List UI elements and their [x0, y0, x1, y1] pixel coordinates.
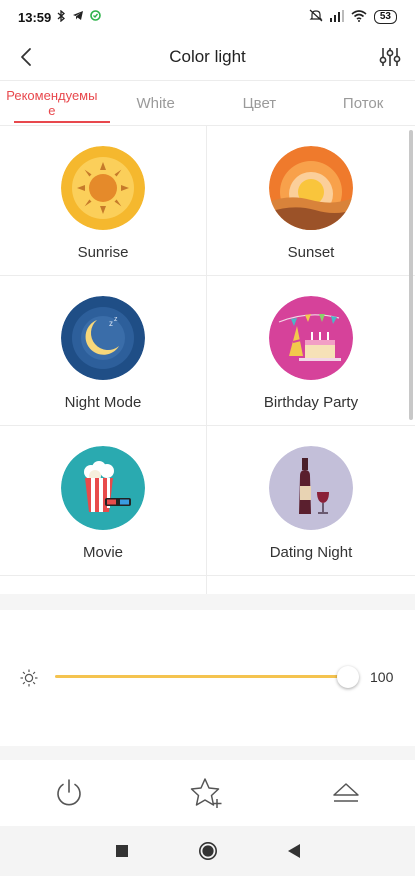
brightness-value: 100 — [370, 669, 394, 685]
mute-icon — [309, 9, 323, 25]
brightness-slider-thumb[interactable] — [337, 666, 359, 688]
tab-label: White — [136, 94, 175, 112]
page-title: Color light — [169, 47, 246, 66]
signal-icon — [329, 9, 344, 25]
scene-cell-empty — [0, 576, 207, 594]
nav-back-button[interactable] — [251, 826, 337, 876]
sunrise-icon — [61, 146, 145, 230]
svg-text:z: z — [109, 319, 113, 328]
scene-row: Movie Dating Night — [0, 426, 415, 576]
scene-cell-empty — [207, 576, 415, 594]
recents-icon — [115, 845, 128, 857]
cake-icon — [269, 296, 353, 380]
scene-row — [0, 576, 415, 594]
wifi-icon — [351, 9, 367, 25]
section-divider — [0, 746, 415, 760]
scene-sunset[interactable]: Sunset — [207, 126, 415, 275]
tab-label: Поток — [342, 94, 384, 112]
scene-label: Sunrise — [77, 244, 129, 261]
wine-icon — [269, 446, 353, 530]
scene-dating-night[interactable]: Dating Night — [207, 426, 415, 575]
system-nav-bar — [0, 826, 415, 876]
status-left: 13:59 — [18, 9, 102, 25]
home-button[interactable] — [165, 826, 251, 876]
tab-white[interactable]: White — [104, 81, 208, 125]
tab-recommended[interactable]: Рекомендуемые — [0, 81, 110, 125]
scrollbar[interactable] — [409, 130, 413, 420]
section-divider — [0, 594, 415, 610]
eject-button[interactable] — [277, 760, 415, 826]
status-time: 13:59 — [18, 9, 52, 25]
tab-label: Рекомендуемые — [6, 88, 98, 118]
scene-grid: Sunrise Sunset z z Night Mode Birthday P… — [0, 126, 415, 594]
home-icon — [198, 842, 217, 860]
power-icon — [57, 779, 81, 806]
brightness-icon — [20, 669, 38, 687]
brightness-slider-track[interactable] — [55, 675, 348, 678]
sliders-icon — [379, 48, 401, 66]
back-icon — [287, 844, 300, 858]
eject-icon — [333, 783, 359, 802]
sync-icon — [90, 10, 102, 24]
chevron-left-icon — [21, 48, 31, 66]
scene-row: Sunrise Sunset — [0, 126, 415, 276]
scene-movie[interactable]: Movie — [0, 426, 207, 575]
recents-button[interactable] — [79, 826, 165, 876]
app-header: Color light — [0, 34, 415, 80]
add-favorite-button[interactable] — [138, 760, 276, 826]
moon-icon: z z — [61, 296, 145, 380]
status-right: 53 — [309, 9, 397, 25]
scene-label: Sunset — [287, 244, 335, 261]
action-bar — [0, 760, 415, 826]
bluetooth-icon — [57, 9, 66, 25]
scene-label: Night Mode — [64, 394, 142, 411]
scene-label: Dating Night — [269, 544, 353, 561]
settings-button[interactable] — [375, 42, 405, 72]
tab-color[interactable]: Цвет — [208, 81, 312, 125]
svg-text:z: z — [114, 316, 118, 323]
active-tab-indicator — [14, 121, 110, 123]
back-button[interactable] — [12, 42, 40, 72]
scene-birthday-party[interactable]: Birthday Party — [207, 276, 415, 425]
scene-label: Birthday Party — [263, 394, 359, 411]
power-button[interactable] — [0, 760, 138, 826]
tab-flow[interactable]: Поток — [311, 81, 415, 125]
telegram-icon — [72, 10, 84, 24]
favorite-add-icon — [191, 778, 222, 808]
scene-label: Movie — [82, 544, 123, 561]
popcorn-icon — [61, 446, 145, 530]
mode-tabs: Рекомендуемые White Цвет Поток — [0, 80, 415, 126]
status-bar: 13:59 53 — [0, 0, 415, 34]
scene-sunrise[interactable]: Sunrise — [0, 126, 207, 275]
battery-indicator: 53 — [373, 10, 397, 24]
sunset-icon — [269, 146, 353, 230]
scene-row: z z Night Mode Birthday Party — [0, 276, 415, 426]
tab-label: Цвет — [242, 94, 277, 112]
scene-night-mode[interactable]: z z Night Mode — [0, 276, 207, 425]
